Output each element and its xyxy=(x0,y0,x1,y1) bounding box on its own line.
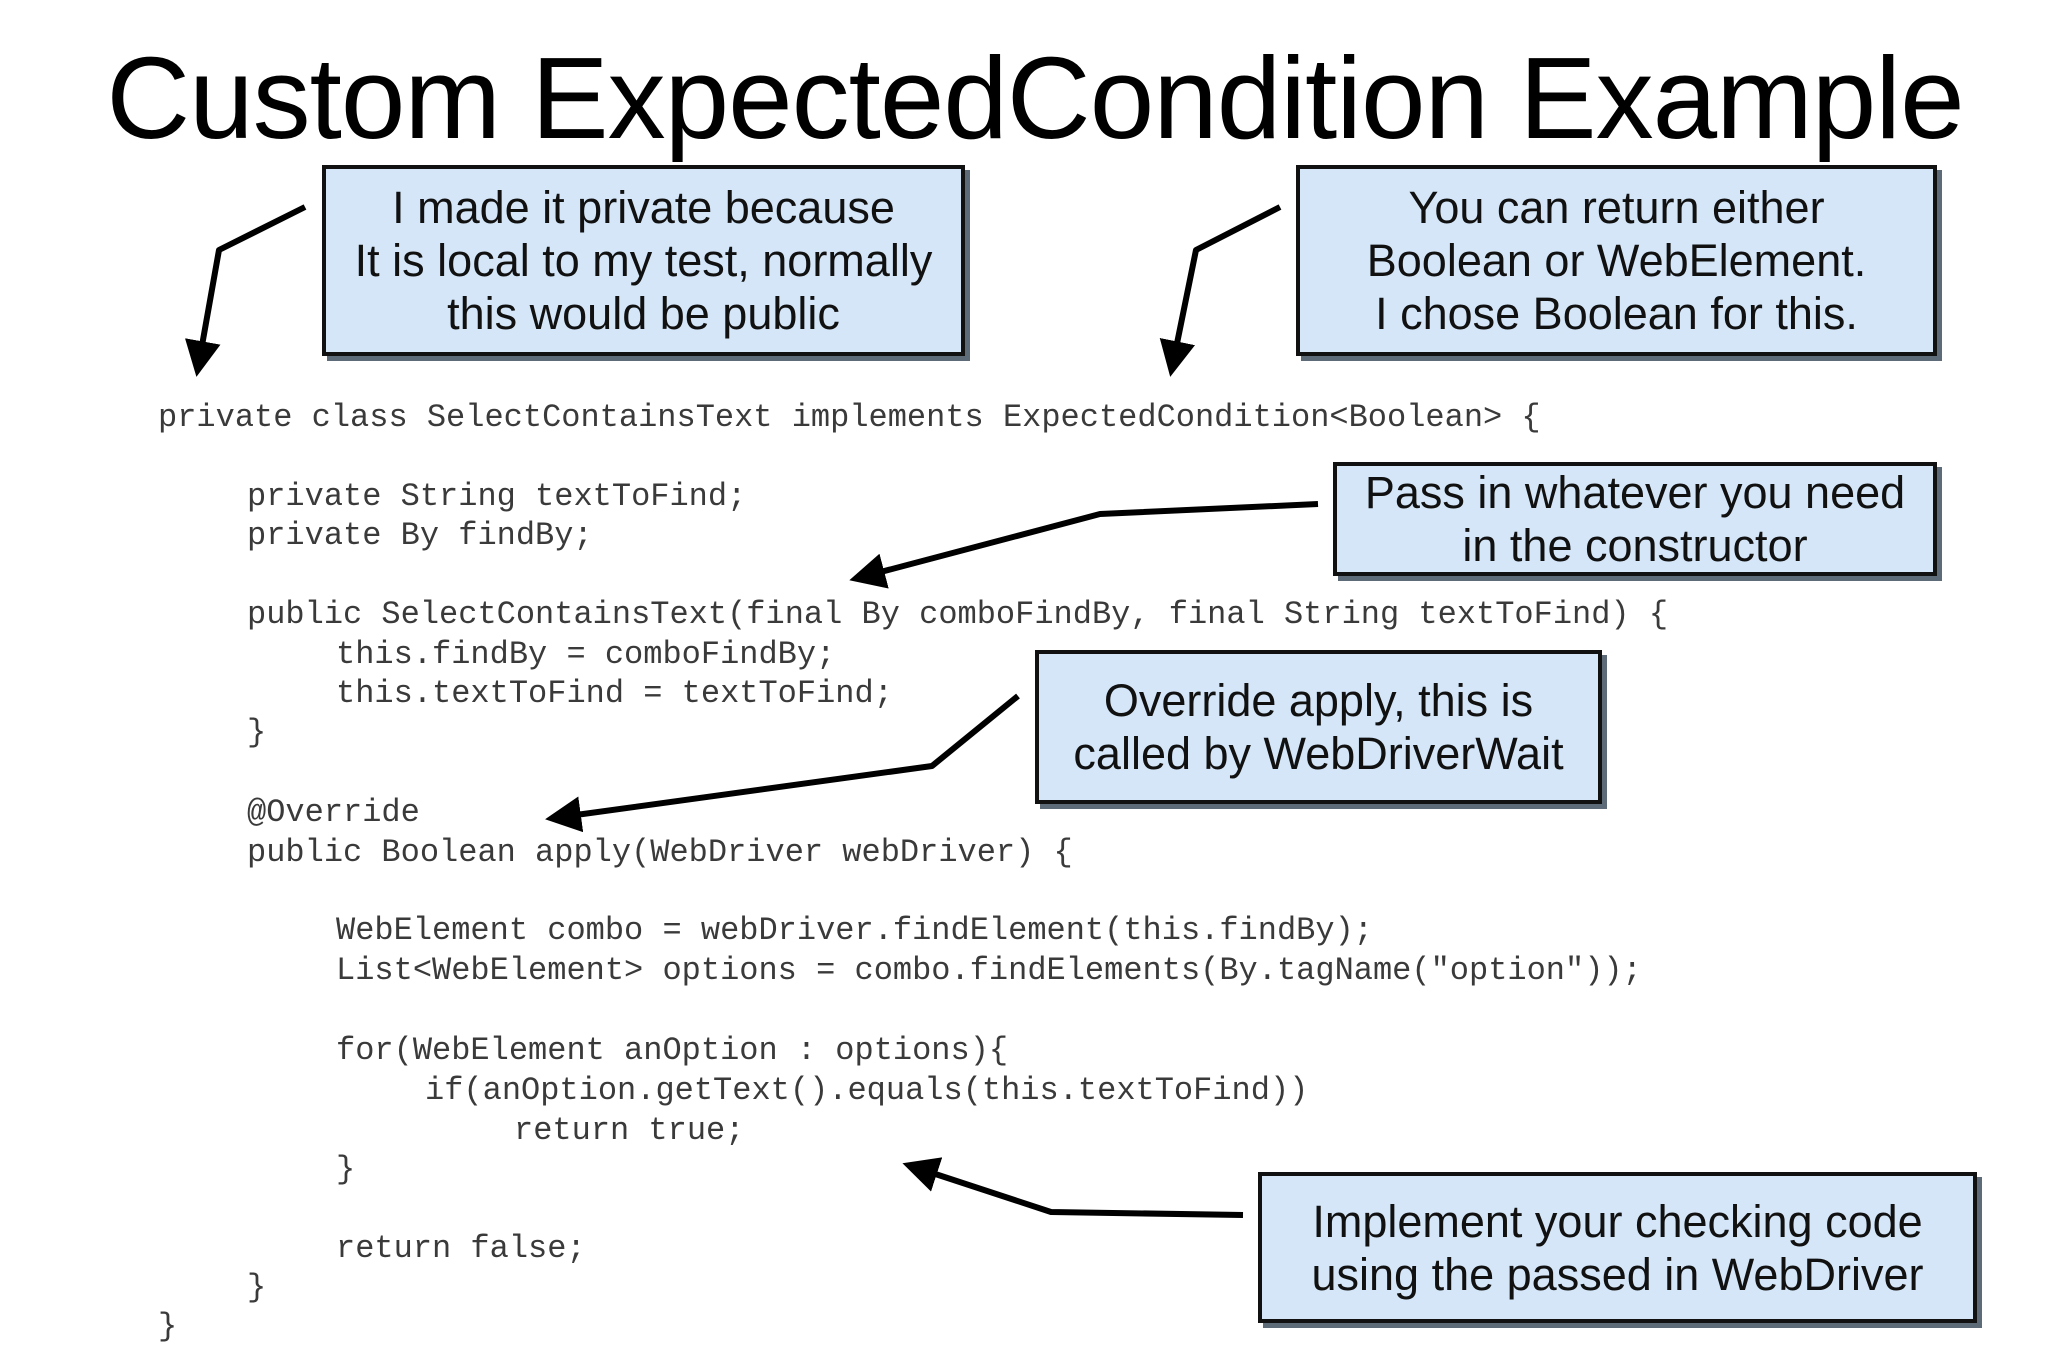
arrow-return-type xyxy=(1159,204,1282,377)
arrow-constructor xyxy=(849,501,1319,589)
arrow-apply xyxy=(545,693,1020,833)
arrow-checking xyxy=(902,1157,1244,1218)
arrow-private xyxy=(185,204,307,377)
callout-arrows xyxy=(185,204,1319,1218)
